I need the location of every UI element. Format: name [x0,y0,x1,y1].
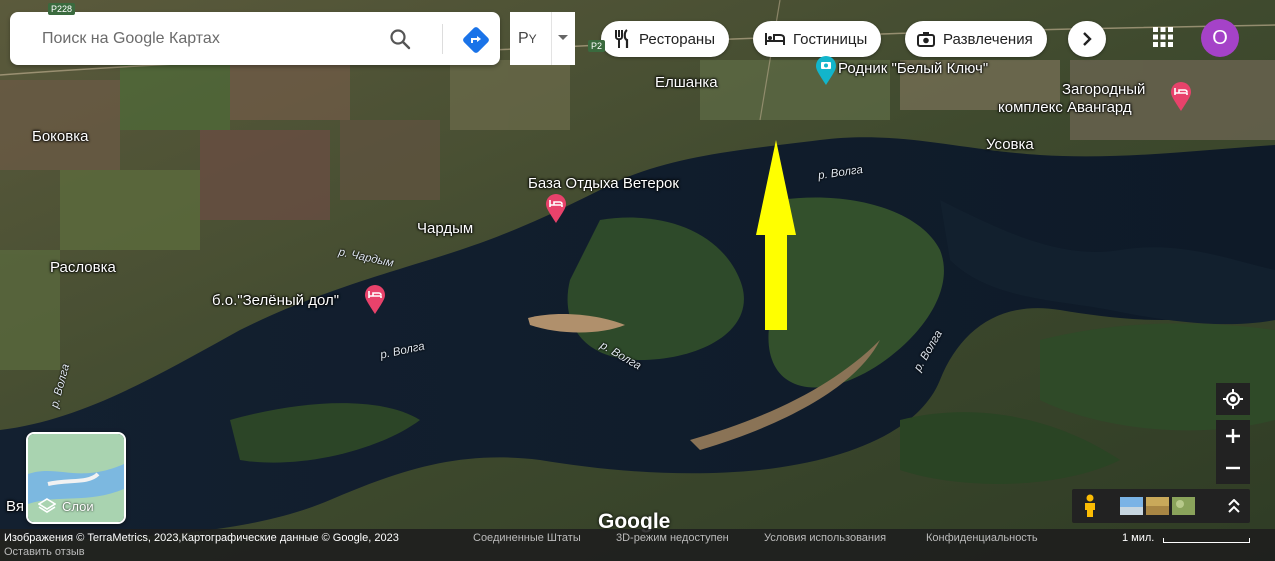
place-label-vya[interactable]: Вя [6,498,24,515]
terrain-thumb[interactable] [1146,497,1169,515]
hotel-pin-icon[interactable] [364,285,386,315]
3d-mode-text: 3D-режим недоступен [616,532,729,544]
place-label-zeleny-dol[interactable]: б.о."Зелёный дол" [212,292,339,309]
camera-icon [917,32,935,47]
chip-entertainment[interactable]: Развлечения [905,21,1047,57]
zoom-in-button[interactable] [1216,420,1250,452]
restaurant-icon [615,29,629,48]
layers-button[interactable]: Слои [26,432,126,524]
imagery-attribution: Изображения © TerraMetrics, 2023,Картогр… [4,532,399,544]
zoom-out-button[interactable] [1216,452,1250,484]
chip-label: Рестораны [639,30,715,48]
chips-next-button[interactable] [1068,21,1106,57]
photo-thumb[interactable] [1172,497,1195,515]
place-label-kompleks-1[interactable]: Загородный [1062,81,1145,98]
country-link[interactable]: Соединенные Штаты [473,532,581,544]
hotel-pin-icon[interactable] [1170,82,1192,112]
plus-icon [1226,429,1240,443]
pegman-icon[interactable] [1082,494,1098,518]
input-tools-separator [551,12,552,65]
streetview-bar [1072,489,1250,523]
spring-pin-icon[interactable] [815,56,837,86]
chip-restaurants[interactable]: Рестораны [601,21,729,57]
search-box [10,12,500,65]
place-label-raslovka[interactable]: Расловка [50,259,116,276]
satellite-thumb[interactable] [1120,497,1143,515]
avatar[interactable]: O [1201,19,1239,57]
place-label-usovka[interactable]: Усовка [986,136,1034,153]
input-tools-button[interactable]: РY [510,12,575,65]
road-shield-p22: Р2 [588,40,606,52]
my-location-icon [1223,389,1243,409]
place-label-bokovka[interactable]: Боковка [32,128,88,145]
chip-label: Гостиницы [793,30,868,48]
layers-label: Слои [38,498,94,514]
feedback-link[interactable]: Оставить отзыв [4,546,85,558]
minus-icon [1226,466,1240,470]
directions-icon[interactable] [462,26,490,54]
search-input[interactable] [40,28,374,49]
chip-hotels[interactable]: Гостиницы [753,21,882,57]
chip-label: Развлечения [943,30,1033,48]
place-label-baza[interactable]: База Отдыха Ветерок [528,175,679,192]
place-label-kompleks-2[interactable]: комплекс Авангард [998,99,1132,116]
road-shield-r228: Р228 [48,3,76,15]
hotel-pin-icon[interactable] [545,194,567,224]
search-icon[interactable] [388,27,412,51]
input-tools-label: РY [518,29,537,47]
place-label-chardym[interactable]: Чардым [417,220,473,237]
search-divider [442,24,443,54]
scale-label[interactable]: 1 мил. [1122,532,1154,544]
apps-grid-icon[interactable] [1152,26,1174,48]
my-location-button[interactable] [1216,383,1250,415]
chevron-down-icon[interactable] [558,35,568,40]
chevron-up-double-icon[interactable] [1228,499,1240,513]
place-label-rodnik[interactable]: Родник "Белый Ключ" [838,60,988,77]
terms-link[interactable]: Условия использования [764,532,886,544]
scale-bar [1163,538,1250,543]
footer-bar: Изображения © TerraMetrics, 2023,Картогр… [0,529,1275,561]
place-label-elshanka[interactable]: Елшанка [655,74,718,91]
hotel-icon [765,33,785,45]
chevron-right-icon [1083,32,1092,46]
privacy-link[interactable]: Конфиденциальность [926,532,1038,544]
layers-icon [38,498,56,513]
